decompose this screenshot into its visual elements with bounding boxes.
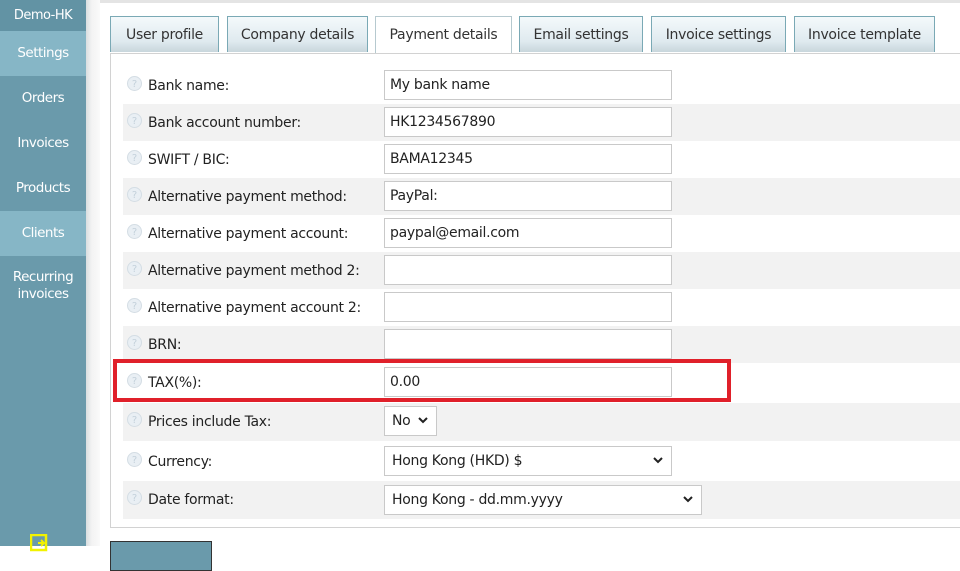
question-circle-icon[interactable]: ? xyxy=(127,187,142,202)
sidebar-item-products[interactable]: Products xyxy=(0,166,86,211)
form-row-currency: ? Currency: Hong Kong (HKD) $ xyxy=(123,441,960,481)
tax-label: TAX(%): xyxy=(148,375,202,391)
currency-select[interactable]: Hong Kong (HKD) $ xyxy=(384,446,672,476)
form-row-date-format: ? Date format: Hong Kong - dd.mm.yyyy xyxy=(123,481,960,519)
form-row-bank-name: ? Bank name: xyxy=(123,67,960,104)
currency-value: Hong Kong (HKD) $ xyxy=(392,453,523,469)
alternative-payment-account-2-input[interactable] xyxy=(384,292,672,322)
question-circle-icon[interactable]: ? xyxy=(127,335,142,350)
sidebar-item-clients[interactable]: Clients xyxy=(0,211,86,256)
question-circle-icon[interactable]: ? xyxy=(127,412,142,427)
tab-company-details[interactable]: Company details xyxy=(227,16,368,52)
sidebar-item-recurring-invoices[interactable]: Recurring invoices xyxy=(0,256,86,316)
sidebar-item-orders[interactable]: Orders xyxy=(0,76,86,121)
sidebar-shadow xyxy=(86,0,100,546)
sidebar-item-settings[interactable]: Settings xyxy=(0,31,86,76)
prices-include-tax-label: Prices include Tax: xyxy=(148,414,272,430)
alternative-payment-account-2-label: Alternative payment account 2: xyxy=(148,300,361,316)
swift-bic-label: SWIFT / BIC: xyxy=(148,152,230,168)
swift-bic-input[interactable] xyxy=(384,144,672,174)
brn-input[interactable] xyxy=(384,329,672,359)
alternative-payment-method-label: Alternative payment method: xyxy=(148,189,347,205)
form-row-swift-bic: ? SWIFT / BIC: xyxy=(123,141,960,178)
question-circle-icon[interactable]: ? xyxy=(127,490,142,505)
brn-label: BRN: xyxy=(148,337,182,353)
bank-account-number-input[interactable] xyxy=(384,107,672,137)
chevron-down-icon xyxy=(418,417,428,424)
question-circle-icon[interactable]: ? xyxy=(127,224,142,239)
question-circle-icon[interactable]: ? xyxy=(127,113,142,128)
date-format-value: Hong Kong - dd.mm.yyyy xyxy=(392,492,563,508)
alternative-payment-account-input[interactable] xyxy=(384,218,672,248)
payment-details-panel: ? Bank name: ? Bank account number: ? SW… xyxy=(110,53,960,528)
alternative-payment-method-2-label: Alternative payment method 2: xyxy=(148,263,360,279)
exit-icon[interactable] xyxy=(30,534,48,552)
chevron-down-icon xyxy=(683,496,693,503)
form-row-alternative-payment-method-2: ? Alternative payment method 2: xyxy=(123,252,960,289)
question-circle-icon[interactable]: ? xyxy=(127,150,142,165)
form-row-alternative-payment-method: ? Alternative payment method: xyxy=(123,178,960,215)
top-divider xyxy=(100,0,960,3)
question-circle-icon[interactable]: ? xyxy=(127,298,142,313)
chevron-down-icon xyxy=(653,457,663,464)
sidebar-item-invoices[interactable]: Invoices xyxy=(0,121,86,166)
company-name[interactable]: Demo-HK xyxy=(0,0,86,31)
currency-label: Currency: xyxy=(148,454,213,470)
form-row-brn: ? BRN: xyxy=(123,326,960,363)
tab-invoice-settings[interactable]: Invoice settings xyxy=(651,16,786,52)
tab-user-profile[interactable]: User profile xyxy=(110,16,219,52)
bank-account-number-label: Bank account number: xyxy=(148,115,301,131)
sidebar: Demo-HK Settings Orders Invoices Product… xyxy=(0,0,86,552)
alternative-payment-account-label: Alternative payment account: xyxy=(148,226,349,242)
form-row-tax: ? TAX(%): xyxy=(123,363,960,403)
question-circle-icon[interactable]: ? xyxy=(127,373,142,388)
question-circle-icon[interactable]: ? xyxy=(127,76,142,91)
alternative-payment-method-input[interactable] xyxy=(384,181,672,211)
question-circle-icon[interactable]: ? xyxy=(127,452,142,467)
form-row-alternative-payment-account: ? Alternative payment account: xyxy=(123,215,960,252)
form-row-bank-account-number: ? Bank account number: xyxy=(123,104,960,141)
alternative-payment-method-2-input[interactable] xyxy=(384,255,672,285)
prices-include-tax-value: No xyxy=(392,413,411,429)
bank-name-label: Bank name: xyxy=(148,78,230,94)
date-format-select[interactable]: Hong Kong - dd.mm.yyyy xyxy=(384,485,702,515)
bank-name-input[interactable] xyxy=(384,70,672,100)
form-row-prices-include-tax: ? Prices include Tax: No xyxy=(123,403,960,441)
tab-payment-details[interactable]: Payment details xyxy=(375,16,512,54)
tab-email-settings[interactable]: Email settings xyxy=(519,16,643,52)
form-row-alternative-payment-account-2: ? Alternative payment account 2: xyxy=(123,289,960,326)
date-format-label: Date format: xyxy=(148,492,234,508)
tax-input[interactable] xyxy=(384,367,672,397)
question-circle-icon[interactable]: ? xyxy=(127,261,142,276)
prices-include-tax-select[interactable]: No xyxy=(384,406,437,436)
tab-invoice-template[interactable]: Invoice template xyxy=(794,16,935,52)
